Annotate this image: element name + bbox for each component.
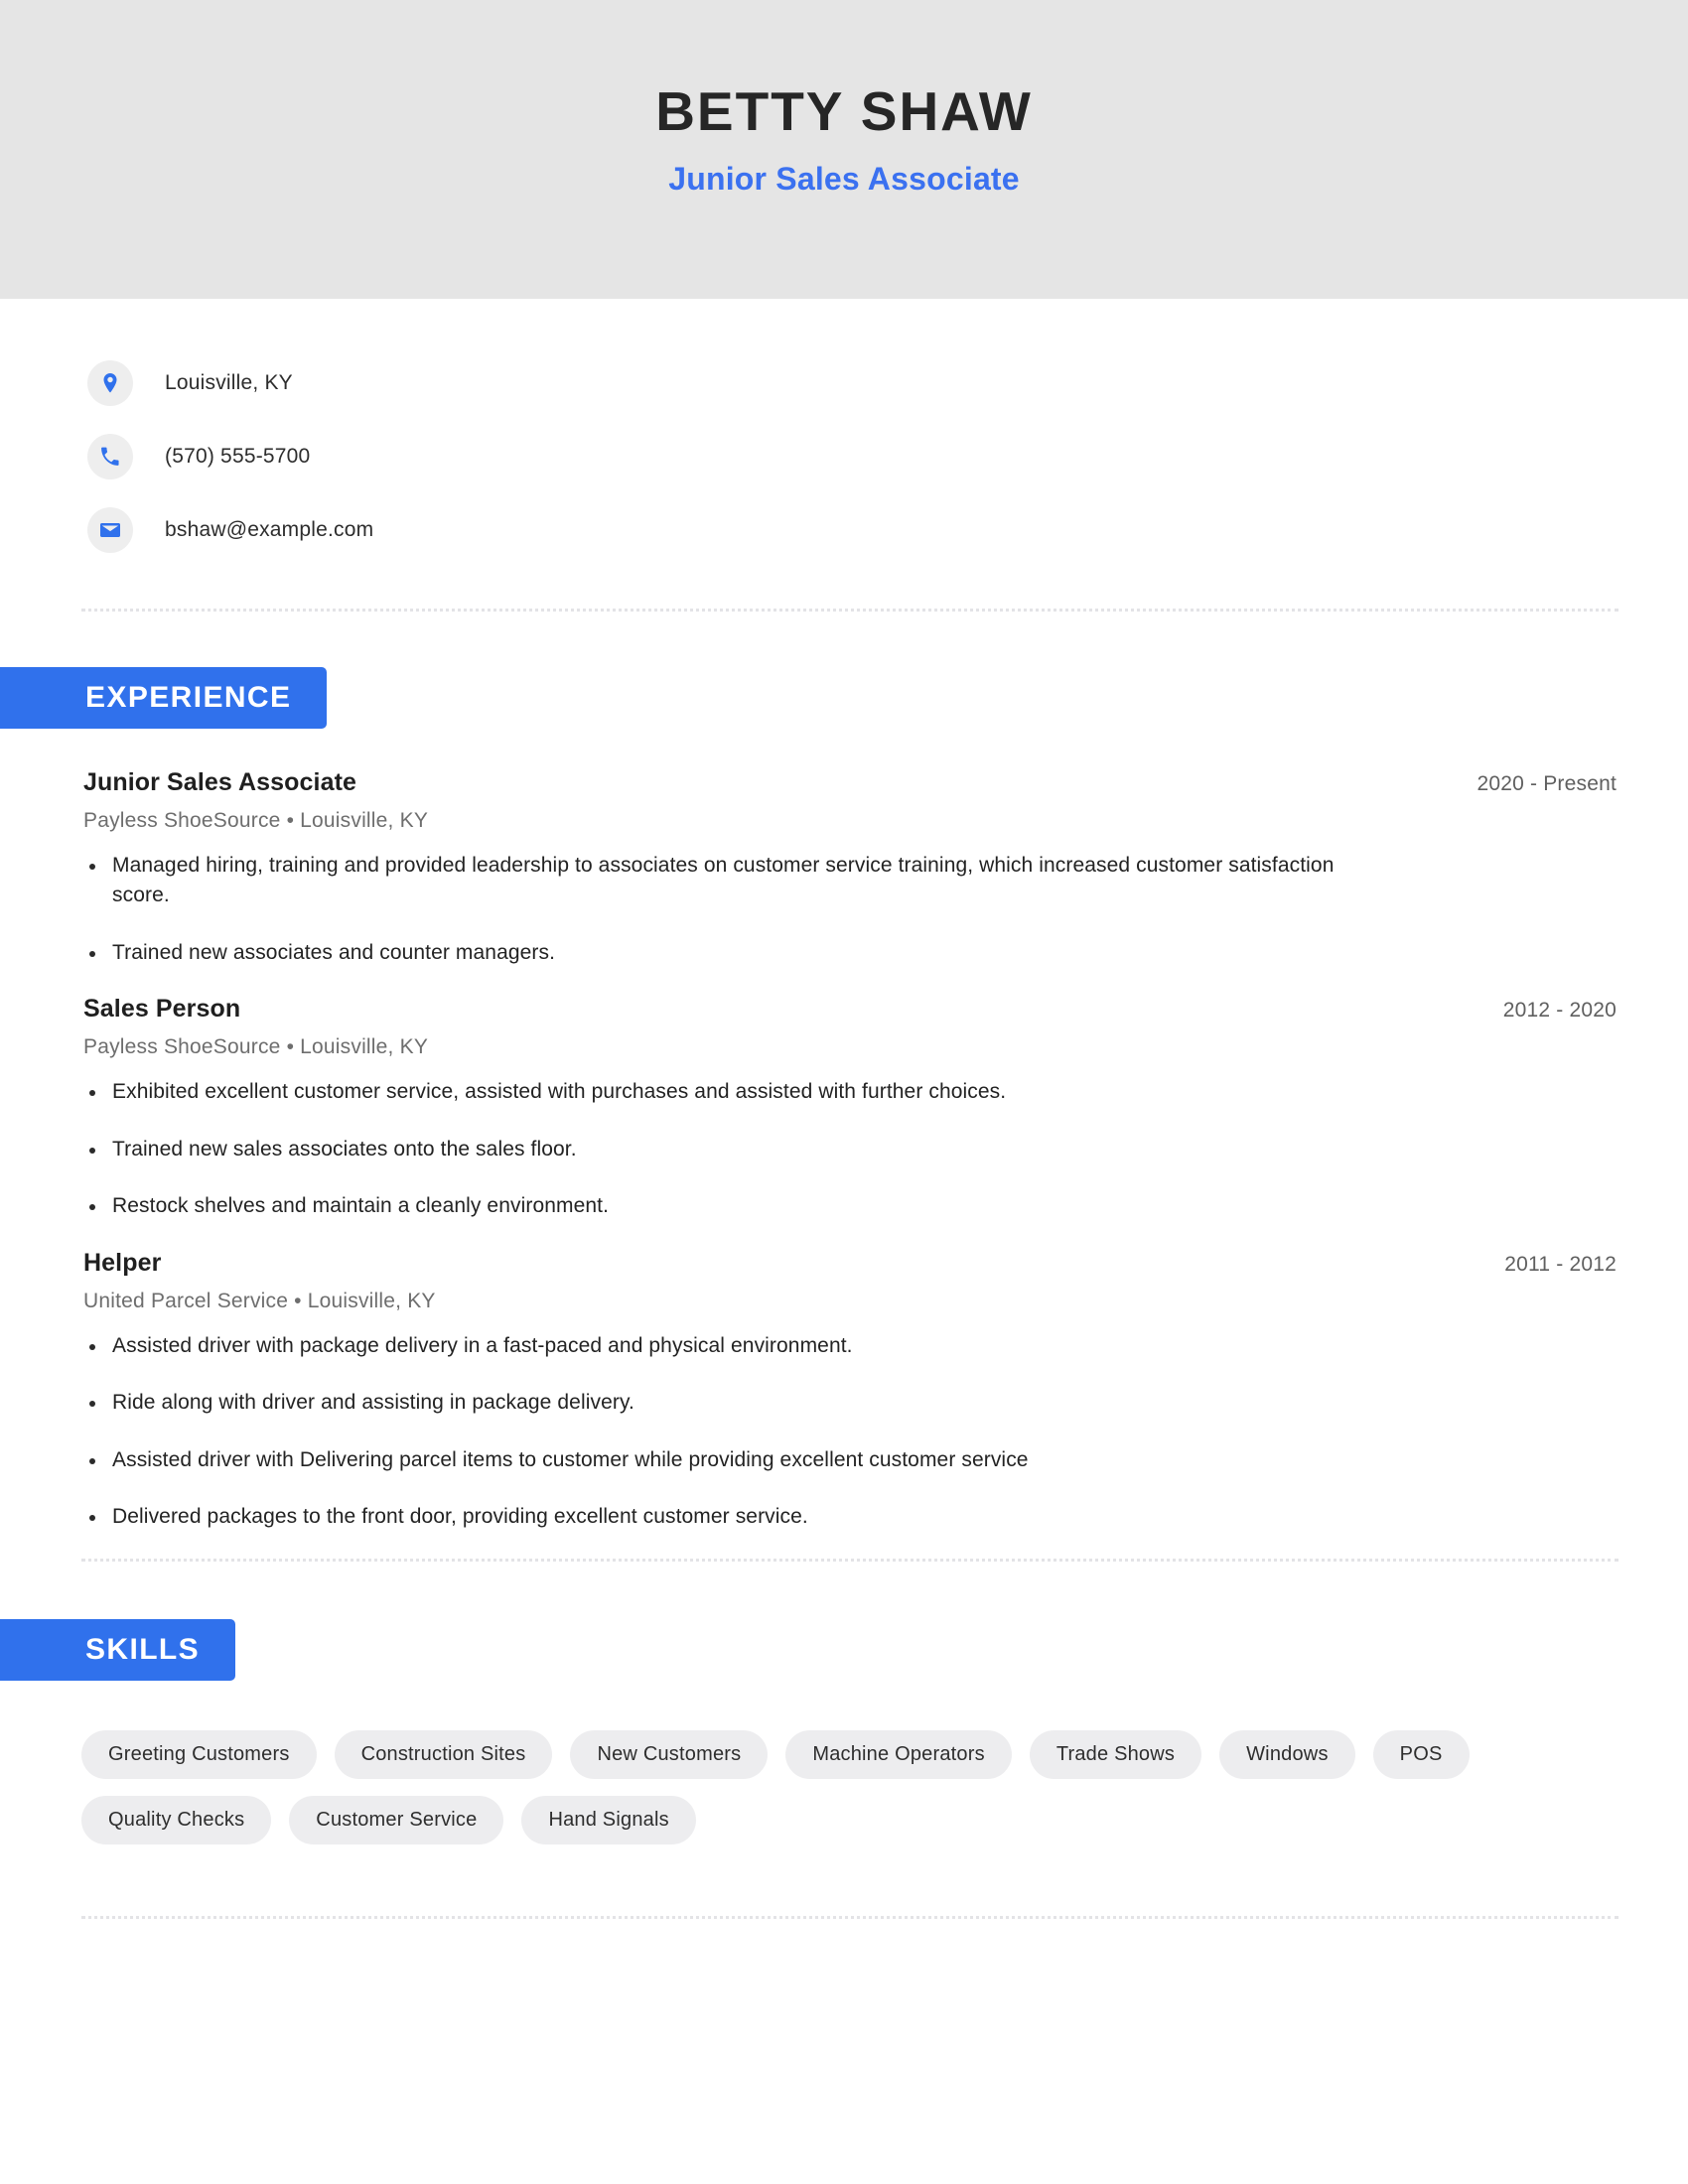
skills-section-heading: SKILLS [0,1619,236,1682]
job-bullet: Assisted driver with Delivering parcel i… [83,1445,1374,1475]
experience-job-1: Junior Sales Associate 2020 - Present Pa… [83,768,1617,968]
skill-tag: Construction Sites [334,1730,553,1780]
skill-tag: Windows [1219,1730,1355,1780]
contact-row-phone: (570) 555-5700 [87,420,1688,493]
skill-tag: Quality Checks [81,1796,272,1845]
job-dates: 2011 - 2012 [1504,1252,1617,1276]
job-company-location: Payless ShoeSource • Louisville, KY [83,1035,429,1059]
job-header: Junior Sales Associate 2020 - Present [83,768,1617,797]
job-header: Sales Person 2012 - 2020 [83,995,1617,1024]
contact-location-text: Louisville, KY [165,371,293,394]
contact-email-text: bshaw@example.com [165,518,374,541]
job-dates: 2020 - Present [1477,772,1617,795]
job-company-location: Payless ShoeSource • Louisville, KY [83,809,429,832]
job-bullets: Managed hiring, training and provided le… [83,851,1617,968]
job-bullet: Restock shelves and maintain a cleanly e… [83,1191,1374,1221]
contact-section: Louisville, KY (570) 555-5700 bshaw@exam… [0,299,1688,567]
job-role: Sales Person [83,995,241,1024]
experience-banner-wrap: EXPERIENCE [0,667,1688,729]
resume-header: BETTY SHAW Junior Sales Associate [0,0,1688,299]
skill-tag: Machine Operators [785,1730,1012,1780]
job-dates: 2012 - 2020 [1502,999,1617,1023]
job-bullets: Assisted driver with package delivery in… [83,1331,1617,1533]
experience-list: Junior Sales Associate 2020 - Present Pa… [0,768,1688,1532]
job-bullets: Exhibited excellent customer service, as… [83,1077,1617,1221]
skill-tag: POS [1372,1730,1470,1780]
candidate-job-title: Junior Sales Associate [668,160,1020,197]
job-header: Helper 2011 - 2012 [83,1249,1617,1278]
job-role: Junior Sales Associate [83,768,357,796]
job-company-location: United Parcel Service • Louisville, KY [83,1289,436,1312]
job-bullet: Trained new sales associates onto the sa… [83,1135,1374,1164]
contact-row-location: Louisville, KY [87,346,1688,420]
contact-row-email: bshaw@example.com [87,493,1688,567]
skill-tag: Greeting Customers [81,1730,317,1780]
job-bullet: Ride along with driver and assisting in … [83,1388,1374,1418]
skill-tag: New Customers [570,1730,769,1780]
email-icon [87,507,133,553]
skill-tag: Customer Service [289,1796,504,1845]
phone-icon [87,434,133,479]
job-bullet: Assisted driver with package delivery in… [83,1331,1374,1361]
experience-job-3: Helper 2011 - 2012 United Parcel Service… [83,1249,1617,1533]
job-bullet: Managed hiring, training and provided le… [83,851,1374,911]
skills-list: Greeting Customers Construction Sites Ne… [0,1730,1589,1845]
location-pin-icon [87,360,133,406]
contact-phone-text: (570) 555-5700 [165,445,311,468]
experience-job-2: Sales Person 2012 - 2020 Payless ShoeSou… [83,995,1617,1221]
job-bullet: Trained new associates and counter manag… [83,938,1374,968]
skill-tag: Hand Signals [521,1796,696,1845]
experience-section-heading: EXPERIENCE [0,667,328,729]
job-role: Helper [83,1248,162,1277]
job-bullet: Delivered packages to the front door, pr… [83,1502,1374,1532]
resume-page: BETTY SHAW Junior Sales Associate Louisv… [0,0,1688,2184]
candidate-name: BETTY SHAW [655,80,1033,143]
skills-banner-wrap: SKILLS [0,1619,1688,1682]
divider-skills-bottom [81,1916,1618,1920]
skill-tag: Trade Shows [1029,1730,1202,1780]
divider-contact-experience [81,609,1618,612]
job-bullet: Exhibited excellent customer service, as… [83,1077,1374,1107]
divider-experience-skills [81,1559,1618,1563]
